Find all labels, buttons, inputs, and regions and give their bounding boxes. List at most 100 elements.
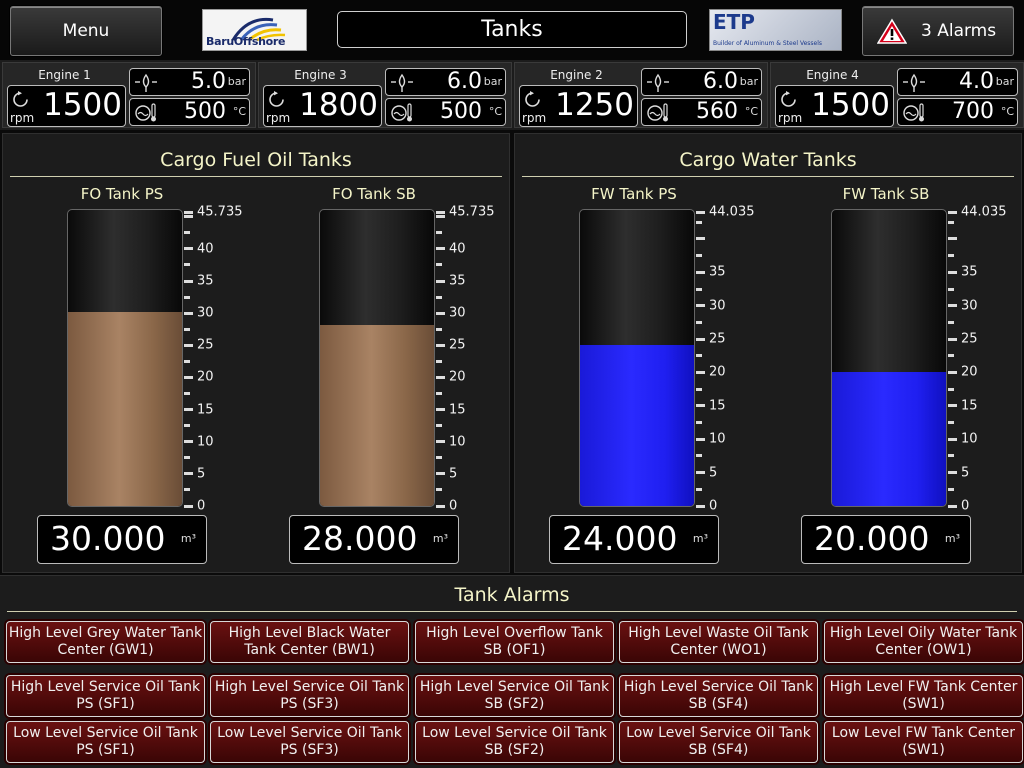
scale-tick [184,247,193,251]
scale-tick [948,437,957,441]
alarm-button[interactable]: High Level Oily Water Tank Center (OW1) [824,621,1023,663]
scale-tick [184,231,190,235]
top-bar: Menu BaruOffshore Tanks ETP Builder of A… [0,0,1024,60]
scale-tick [184,215,193,219]
scale-tick [436,231,442,235]
scale-tick [696,254,702,258]
scale-tick [184,424,190,428]
fuel-oil-tanks-panel: Cargo Fuel Oil Tanks FO Tank PS 45.735 40… [2,133,510,573]
alarm-button[interactable]: High Level Service Oil Tank PS (SF3) [210,675,409,717]
menu-button[interactable]: Menu [10,6,162,56]
rpm-readout: rpm 1800 [263,85,382,127]
scale-tick [184,279,193,283]
scale-label: 10 [709,431,726,447]
exhaust-temp-readout: 500 °C [129,98,250,126]
alarms-button[interactable]: 3 Alarms [862,6,1014,56]
oil-pressure-unit: bar [227,75,246,88]
scale-tick [184,504,193,508]
tank-scale: 44.035 35 30 25 20 15 10 5 0 [948,205,1018,514]
scale-tick [184,210,193,214]
scale-tick [696,270,705,274]
exhaust-temp-unit: °C [488,105,502,118]
alarm-button[interactable]: High Level Service Oil Tank SB (SF4) [619,675,818,717]
scale-label: 0 [449,498,458,514]
engine-status-row: Engine 1 rpm 1500 5.0 bar 500 °C Engine … [0,60,1024,130]
scale-tick [948,454,954,458]
scale-label: 20 [961,364,978,380]
alarm-button[interactable]: High Level Grey Water Tank Center (GW1) [6,621,205,663]
scale-label: 35 [449,273,466,289]
scale-tick [436,327,442,331]
rpm-readout: rpm 1500 [775,85,894,127]
scale-label: 5 [449,466,458,482]
exhaust-temp-unit: °C [232,105,246,118]
rotation-icon [525,91,540,107]
alarm-button[interactable]: Low Level Service Oil Tank PS (SF3) [210,721,409,763]
alarm-button[interactable]: Low Level FW Tank Center (SW1) [824,721,1023,763]
scale-label: 35 [197,273,214,289]
scale-label: 45.735 [197,204,243,220]
exhaust-temp-readout: 500 °C [385,98,506,126]
tank-volume-value: 24.000 [562,519,678,558]
scale-tick [184,456,190,460]
scale-label: 10 [961,431,978,447]
tank-volume-readout: 20.000 m³ [801,515,971,564]
scale-tick [436,263,442,267]
scale-tick [696,471,705,475]
oil-pressure-unit: bar [995,75,1014,88]
scale-tick [696,237,705,241]
tank-volume-readout: 24.000 m³ [549,515,719,564]
tank-cylinder [579,209,695,507]
scale-label: 5 [709,465,718,481]
oil-pressure-unit: bar [483,75,502,88]
engine-name: Engine 2 [550,68,603,82]
engine-name: Engine 3 [294,68,347,82]
tank-volume-unit: m³ [944,532,960,545]
scale-tick [696,210,705,214]
scale-tick [436,215,445,219]
alarm-button[interactable]: Low Level Service Oil Tank SB (SF2) [415,721,614,763]
rotation-icon [269,91,284,107]
scale-tick [184,327,190,331]
engine-panel: Engine 1 rpm 1500 5.0 bar 500 °C [2,62,256,128]
alarm-button[interactable]: Low Level Service Oil Tank PS (SF1) [6,721,205,763]
temperature-icon [391,103,412,122]
alarm-button[interactable]: High Level FW Tank Center (SW1) [824,675,1023,717]
scale-label: 15 [709,398,726,414]
scale-tick [436,311,445,315]
alarms-button-label: 3 Alarms [921,21,997,41]
scale-tick [436,247,445,251]
scale-tick [696,487,702,491]
scale-label: 35 [961,264,978,280]
scale-tick [948,210,957,214]
oil-pressure-readout: 6.0 bar [641,68,762,96]
tank-volume-value: 28.000 [302,519,418,558]
alarm-button[interactable]: Low Level Service Oil Tank SB (SF4) [619,721,818,763]
alarm-button[interactable]: High Level Service Oil Tank PS (SF1) [6,675,205,717]
scale-label: 35 [709,264,726,280]
oil-pressure-icon [135,73,157,92]
baru-offshore-logo: BaruOffshore [202,9,307,51]
scale-tick [184,392,190,395]
scale-tick [436,408,445,412]
scale-tick [436,392,442,395]
engine-panel: Engine 2 rpm 1250 6.0 bar 560 °C [514,62,768,128]
oil-pressure-readout: 4.0 bar [897,68,1018,96]
scale-label: 20 [449,369,466,385]
etp-logo-text: ETP [713,10,755,34]
alarm-button[interactable]: High Level Service Oil Tank SB (SF2) [415,675,614,717]
scale-tick [696,337,705,341]
tank-alarms-title: Tank Alarms [454,584,570,606]
scale-tick [948,387,954,391]
alarm-button[interactable]: High Level Black Water Tank Center (BW1) [210,621,409,663]
alarm-button[interactable]: High Level Waste Oil Tank Center (WO1) [619,621,818,663]
scale-label: 15 [449,402,466,418]
scale-label: 30 [709,298,726,314]
divider [7,611,1017,612]
tank-gauge: FW Tank SB 44.035 35 30 25 20 15 10 5 0 20.000 m… [801,182,1021,567]
temperature-icon [903,103,924,122]
alarm-button[interactable]: High Level Overflow Tank SB (OF1) [415,621,614,663]
scale-tick [184,472,193,476]
rpm-unit: rpm [266,111,291,125]
tank-name: FW Tank SB [842,185,930,203]
